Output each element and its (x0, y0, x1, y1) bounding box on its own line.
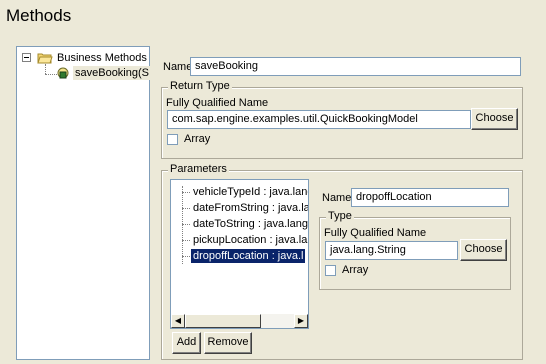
return-type-fq-field[interactable]: com.sap.engine.examples.util.QuickBookin… (167, 110, 471, 129)
parameter-name-field[interactable]: dropoffLocation (351, 188, 509, 207)
return-type-choose-button[interactable]: Choose (471, 108, 518, 130)
parameter-item[interactable]: vehicleTypeId : java.lang (191, 185, 308, 199)
parameter-type-fq-field[interactable]: java.lang.String (325, 241, 458, 260)
parameter-type-legend: Type (326, 210, 354, 222)
return-type-array-label: Array (184, 133, 211, 145)
page-title: Methods (6, 6, 72, 25)
parameters-legend: Parameters (168, 163, 229, 175)
method-icon (57, 67, 69, 80)
parameter-type-array-checkbox[interactable] (325, 265, 336, 276)
remove-parameter-button[interactable]: Remove (204, 332, 252, 354)
parameter-item[interactable]: pickupLocation : java.lan (191, 233, 308, 247)
tree-item-saveBooking[interactable]: saveBooking(S (73, 66, 153, 80)
return-type-fq-label: Fully Qualified Name (166, 97, 269, 109)
collapse-toggle-icon[interactable] (22, 53, 31, 62)
scroll-thumb[interactable] (185, 314, 261, 328)
parameter-type-group: Type Fully Qualified Name java.lang.Stri… (319, 210, 511, 290)
tree-root-label[interactable]: Business Methods (57, 52, 147, 64)
return-type-array-checkbox[interactable] (167, 134, 178, 145)
parameter-item[interactable]: dateToString : java.lang (191, 217, 308, 231)
scroll-right-icon[interactable]: ▶ (294, 314, 308, 328)
parameter-item[interactable]: dateFromString : java.lan (191, 201, 308, 215)
parameter-type-choose-button[interactable]: Choose (460, 239, 507, 261)
parameter-name-label: Name (322, 192, 352, 204)
method-name-field[interactable]: saveBooking (190, 57, 521, 76)
return-type-group: Return Type Fully Qualified Name com.sap… (161, 80, 523, 159)
parameter-type-array-label: Array (342, 264, 369, 276)
methods-tree[interactable]: Business Methods saveBooking(S (16, 46, 153, 360)
parameter-list[interactable]: vehicleTypeId : java.lang dateFromString… (170, 179, 309, 329)
return-type-legend: Return Type (168, 80, 232, 92)
method-name-label: Name (163, 61, 193, 73)
add-parameter-button[interactable]: Add (172, 332, 201, 354)
parameter-type-fq-label: Fully Qualified Name (324, 227, 427, 239)
parameter-list-hscrollbar[interactable]: ◀ ▶ (171, 314, 308, 328)
folder-icon (37, 52, 53, 64)
parameter-item-selected[interactable]: dropoffLocation : java.l (191, 249, 306, 263)
scroll-left-icon[interactable]: ◀ (171, 314, 185, 328)
parameters-group: Parameters vehicleTypeId : java.lang dat… (161, 163, 523, 360)
